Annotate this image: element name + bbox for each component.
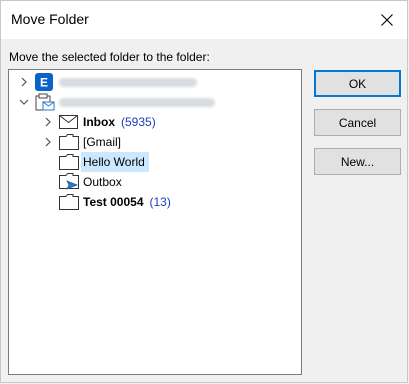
- cancel-button[interactable]: Cancel: [314, 109, 401, 136]
- account-2-name-blurred: [59, 98, 215, 107]
- gmail-label: [Gmail]: [83, 135, 122, 149]
- mailbox-icon: [35, 93, 55, 111]
- inbox-icon: [59, 115, 78, 129]
- folder-icon: [59, 194, 79, 210]
- dialog-title: Move Folder: [11, 11, 89, 27]
- ok-button[interactable]: OK: [314, 70, 401, 97]
- title-bar: Move Folder: [1, 1, 407, 39]
- svg-text:E: E: [40, 76, 48, 90]
- account-1-name-blurred: [59, 78, 197, 87]
- outbox-icon: [59, 173, 79, 190]
- chevron-down-icon[interactable]: [19, 97, 29, 107]
- hello-world-label: Hello World: [81, 152, 149, 172]
- folder-icon: [59, 134, 79, 150]
- chevron-right-icon[interactable]: [43, 117, 53, 127]
- exchange-icon: E: [35, 73, 53, 91]
- test-00054-count: (13): [149, 195, 171, 209]
- folder-icon: [59, 154, 79, 170]
- move-folder-dialog: Move Folder Move the selected folder to …: [0, 0, 408, 383]
- prompt-label: Move the selected folder to the folder:: [9, 50, 210, 64]
- close-icon: [381, 14, 393, 26]
- inbox-label: Inbox: [83, 115, 115, 129]
- chevron-right-icon[interactable]: [19, 77, 29, 87]
- close-button[interactable]: [371, 7, 403, 33]
- inbox-count: (5935): [121, 115, 156, 129]
- outbox-label: Outbox: [83, 175, 122, 189]
- new-folder-button[interactable]: New...: [314, 148, 401, 175]
- chevron-right-icon[interactable]: [43, 137, 53, 147]
- folder-tree[interactable]: E Inbox (5935) [Gmail] Hello World Outbo…: [8, 69, 302, 375]
- test-00054-label: Test 00054: [83, 195, 144, 209]
